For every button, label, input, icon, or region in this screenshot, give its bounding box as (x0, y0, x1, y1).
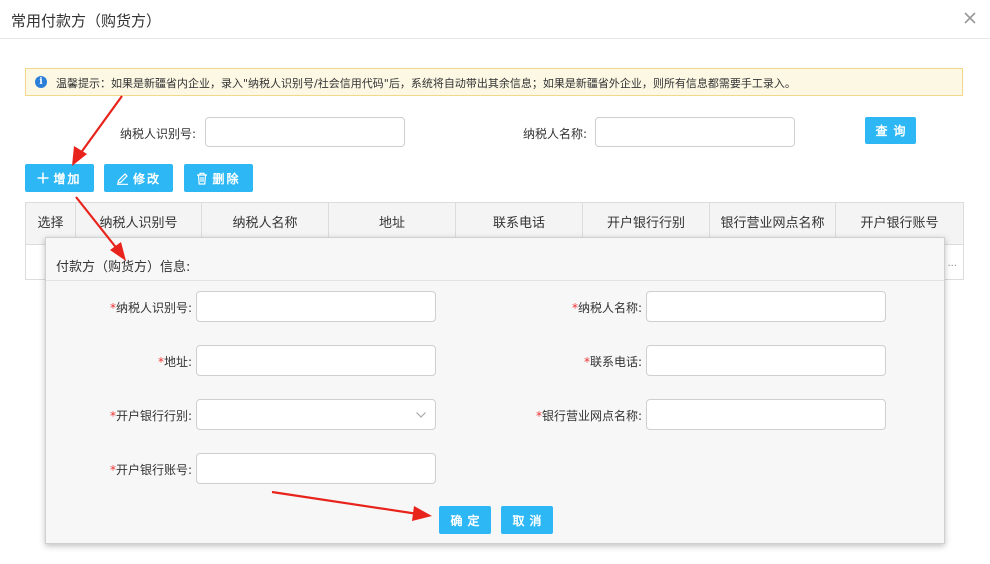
taxid-label-text: 纳税人识别号: (115, 301, 192, 315)
bank-type-select[interactable] (196, 399, 436, 430)
tip-banner: i 温馨提示：如果是新疆省内企业，录入"纳税人识别号/社会信用代码"后，系统将自… (25, 68, 963, 96)
annotation-arrow-to-add (72, 95, 123, 166)
address-field[interactable] (196, 345, 436, 376)
payer-info-dialog: 付款方（购货方）信息: *纳税人识别号: *纳税人名称: *地址: *联系电话:… (45, 237, 945, 544)
taxid-field-label: *纳税人识别号: (110, 299, 192, 316)
delete-button[interactable]: 删除 (184, 164, 253, 192)
search-name-input[interactable] (595, 117, 795, 147)
confirm-button[interactable]: 确定 (439, 506, 491, 534)
taxid-field[interactable] (196, 291, 436, 322)
bank-type-field-label: *开户银行行别: (110, 407, 192, 424)
search-name-label: 纳税人名称: (523, 127, 588, 141)
search-taxid-label: 纳税人识别号: (120, 127, 197, 141)
table-overflow-indicator: ... (947, 258, 957, 269)
delete-button-label: 删除 (212, 171, 241, 186)
trash-icon (197, 172, 208, 185)
query-button[interactable]: 查询 (865, 117, 916, 144)
dialog-header: 付款方（购货方）信息: (46, 238, 944, 281)
pencil-icon (116, 172, 128, 185)
name-field[interactable] (646, 291, 886, 322)
edit-button[interactable]: 修改 (104, 164, 173, 192)
name-label-text: 纳税人名称: (577, 301, 642, 315)
branch-label-text: 银行营业网点名称: (541, 409, 642, 423)
close-button[interactable] (961, 9, 979, 27)
phone-field[interactable] (646, 345, 886, 376)
cancel-button[interactable]: 取消 (501, 506, 553, 534)
bank-type-label-text: 开户银行行别: (115, 409, 192, 423)
add-button[interactable]: 增加 (25, 164, 94, 192)
phone-label-text: 联系电话: (589, 355, 642, 369)
close-icon (964, 12, 976, 24)
window-title: 常用付款方（购货方） (11, 12, 162, 30)
address-label-text: 地址: (163, 355, 192, 369)
edit-button-label: 修改 (132, 171, 161, 186)
tip-text: 温馨提示：如果是新疆省内企业，录入"纳税人识别号/社会信用代码"后，系统将自动带… (56, 77, 796, 90)
search-taxid-input[interactable] (205, 117, 405, 147)
branch-field[interactable] (646, 399, 886, 430)
name-field-label: *纳税人名称: (572, 299, 642, 316)
chevron-down-icon (416, 412, 426, 418)
account-label-text: 开户银行账号: (115, 463, 192, 477)
account-field-label: *开户银行账号: (110, 461, 192, 478)
branch-field-label: *银行营业网点名称: (536, 407, 642, 424)
plus-icon (37, 172, 49, 184)
window-title-bar: 常用付款方（购货方） (0, 0, 990, 39)
phone-field-label: *联系电话: (584, 353, 642, 370)
dialog-title: 付款方（购货方）信息: (56, 260, 191, 275)
info-icon: i (35, 76, 47, 88)
account-field[interactable] (196, 453, 436, 484)
address-field-label: *地址: (158, 353, 192, 370)
add-button-label: 增加 (53, 171, 82, 186)
